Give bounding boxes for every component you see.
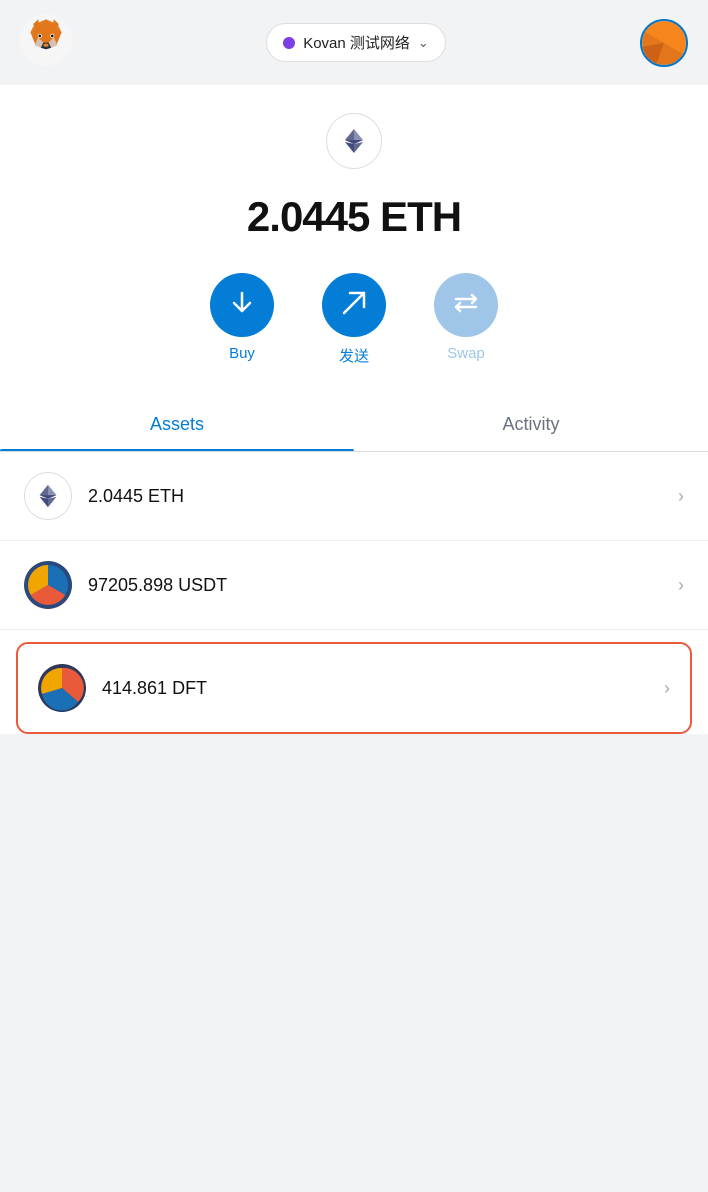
send-circle [322,273,386,337]
swap-label: Swap [447,345,485,362]
eth-token-icon [24,472,72,520]
send-icon [340,289,368,322]
actions-section: Buy 发送 Sw [0,265,708,398]
asset-row-dft[interactable]: 414.861 DFT › [16,642,692,734]
dft-token-icon [38,664,86,712]
account-avatar[interactable] [640,19,688,67]
buy-action[interactable]: Buy [210,273,274,366]
eth-amount: 2.0445 ETH [88,486,678,507]
dft-chevron-icon: › [664,678,670,699]
send-action[interactable]: 发送 [322,273,386,366]
header: Kovan 测试网络 ⌄ [0,0,708,85]
tab-activity[interactable]: Activity [354,398,708,451]
swap-action[interactable]: Swap [434,273,498,366]
tab-assets[interactable]: Assets [0,398,354,451]
usdt-amount: 97205.898 USDT [88,575,678,596]
usdt-chevron-icon: › [678,575,684,596]
buy-circle [210,273,274,337]
asset-row-eth[interactable]: 2.0445 ETH › [0,452,708,541]
dft-amount: 414.861 DFT [102,678,664,699]
balance-amount: 2.0445 ETH [247,193,461,240]
eth-chevron-icon: › [678,486,684,507]
asset-row-usdt[interactable]: 97205.898 USDT › [0,541,708,630]
avatar-inner [642,21,686,65]
network-selector[interactable]: Kovan 测试网络 ⌄ [266,23,446,62]
metamask-logo [20,14,72,71]
buy-icon [228,289,256,322]
network-name: Kovan 测试网络 [303,32,410,53]
send-label: 发送 [339,345,369,366]
eth-logo-circle [326,113,382,169]
balance-section: 2.0445 ETH [0,181,708,265]
eth-logo-section [0,85,708,181]
chevron-down-icon: ⌄ [418,35,429,51]
swap-circle [434,273,498,337]
buy-label: Buy [229,345,255,362]
swap-icon [452,289,480,322]
network-dot [283,37,295,49]
assets-list: 2.0445 ETH › 97205.898 USDT › [0,452,708,734]
tabs-section: Assets Activity [0,398,708,452]
usdt-token-icon [24,561,72,609]
main-content: 2.0445 ETH Buy 发送 [0,85,708,734]
